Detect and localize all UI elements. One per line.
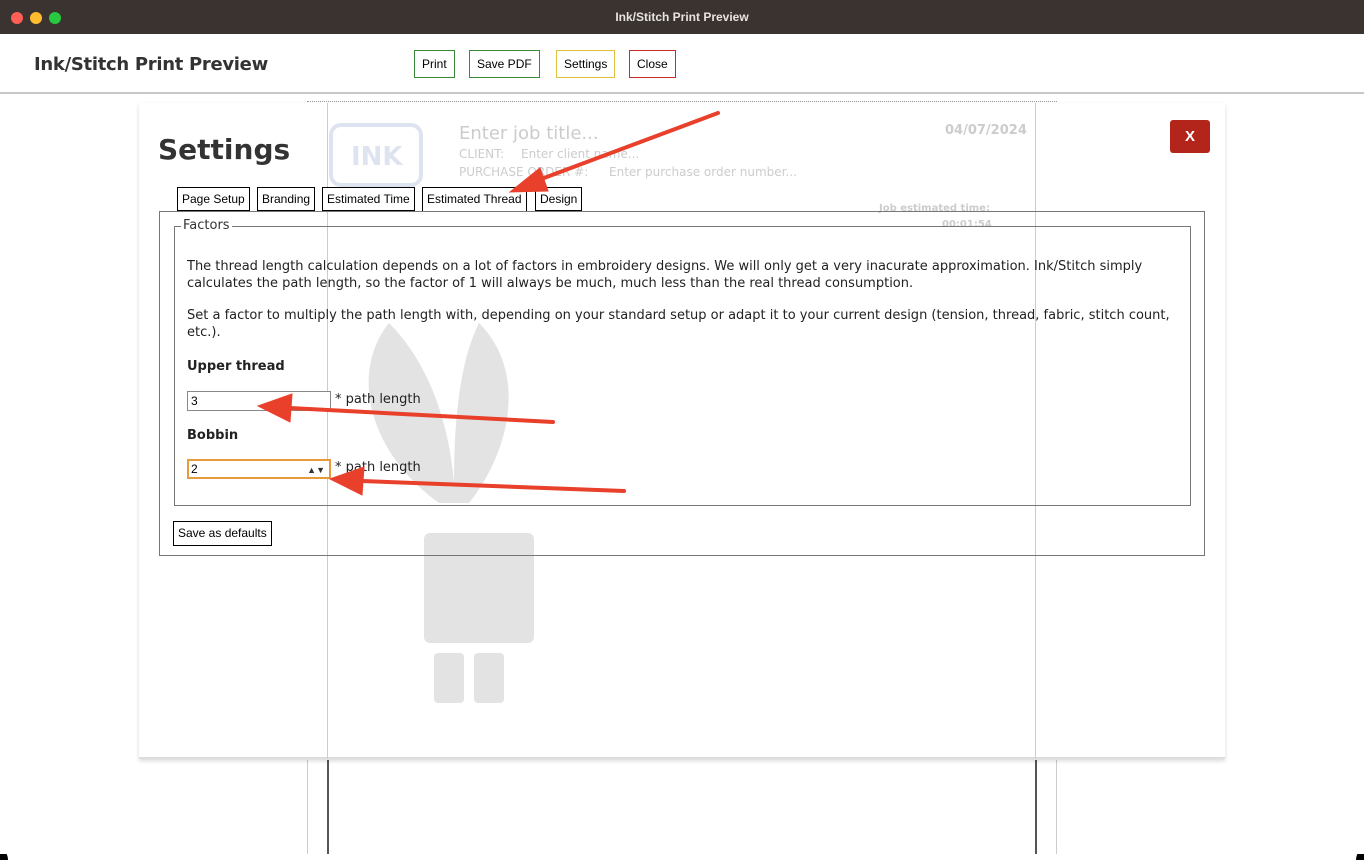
arrow-to-bobbin [362,481,624,491]
annotation-arrows [0,0,1364,854]
arrow-head-icon [510,168,548,192]
arrow-to-thread-tab [536,113,718,181]
arrow-to-upper-thread [290,408,553,422]
arrow-head-icon [258,394,292,422]
arrow-head-icon [330,467,364,495]
